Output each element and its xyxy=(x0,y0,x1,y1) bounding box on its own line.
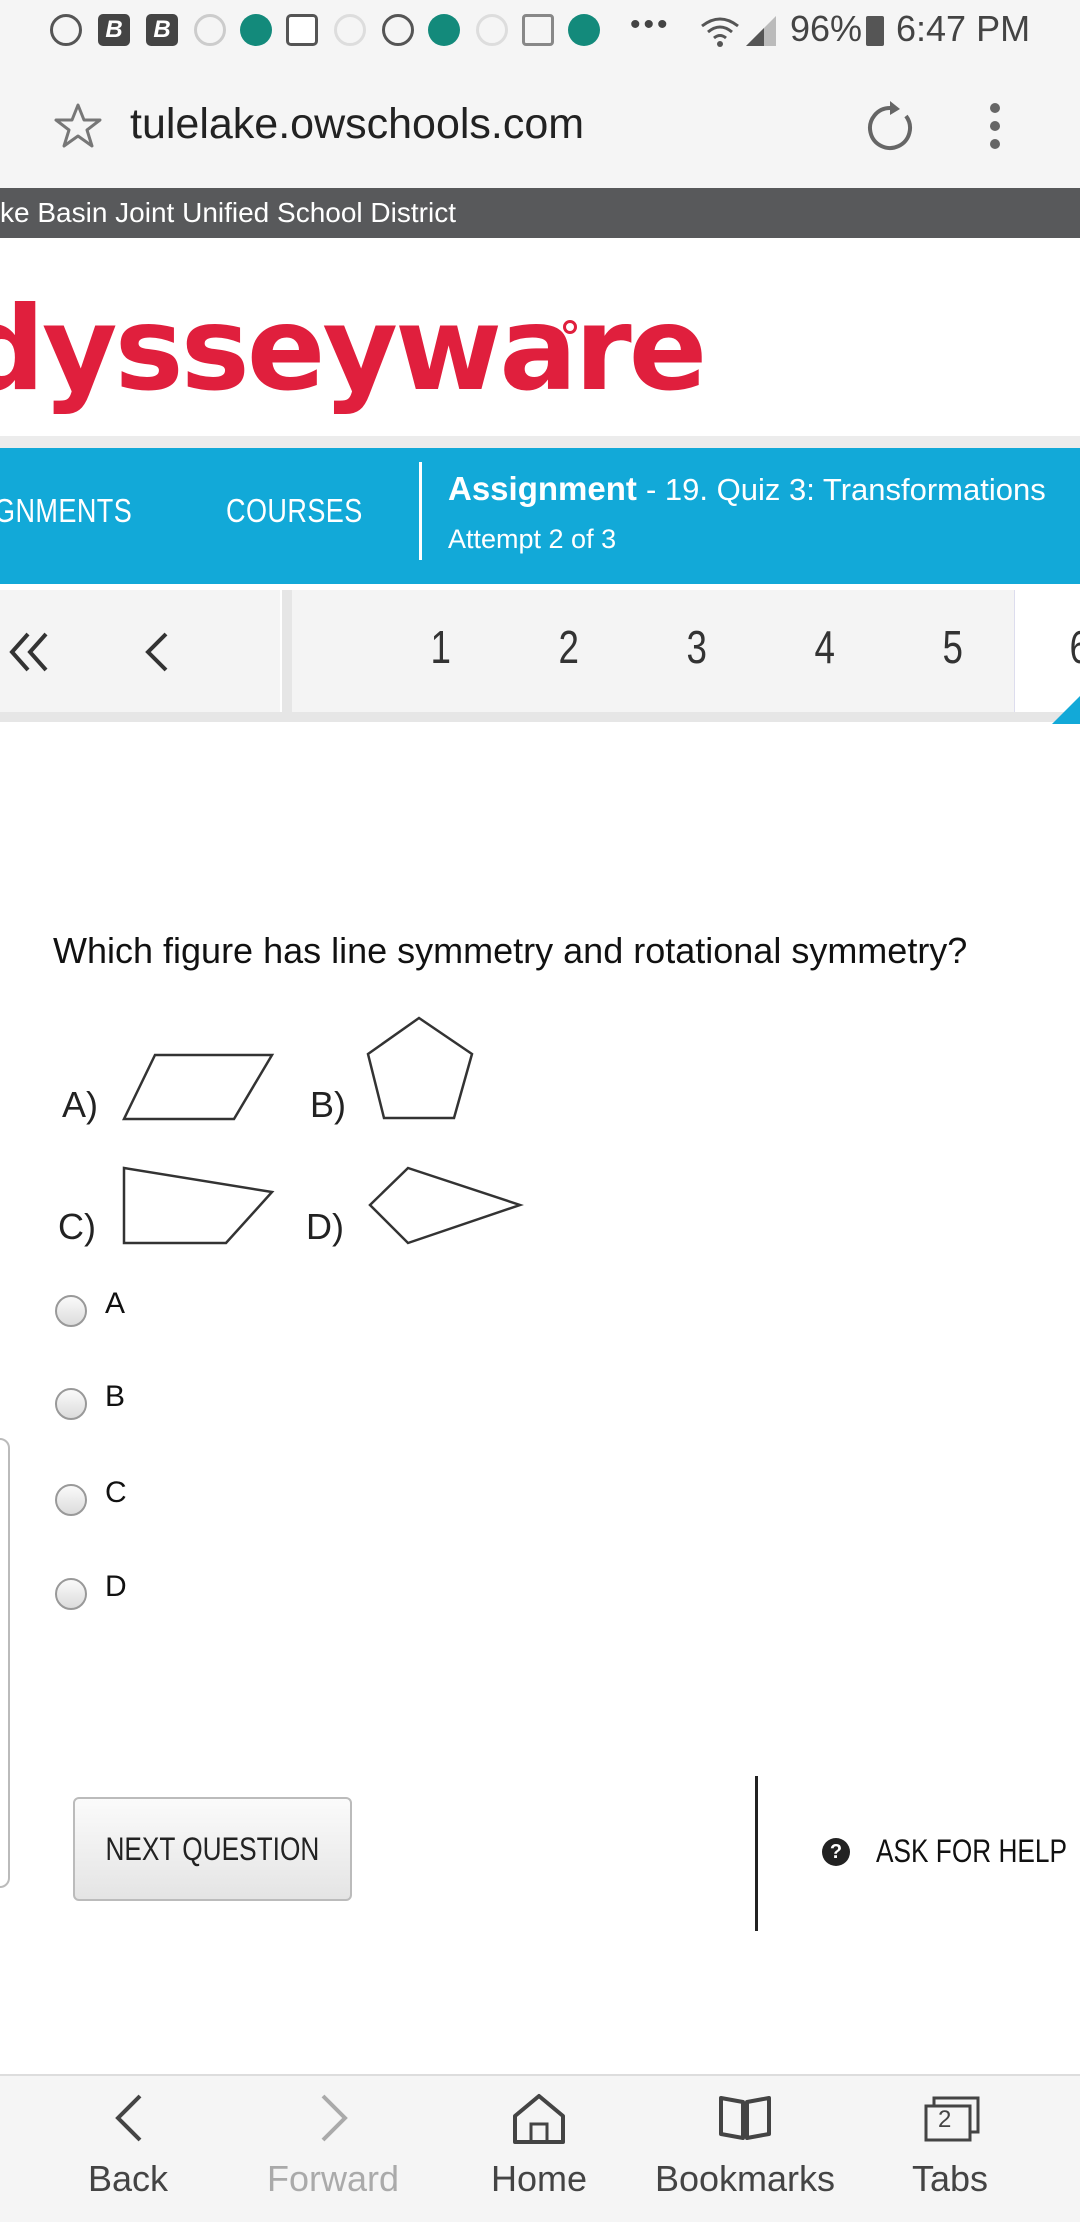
tabs-button[interactable]: 2 Tabs xyxy=(850,2076,1050,2222)
forward-button[interactable]: Forward xyxy=(233,2076,433,2222)
option-a-label[interactable]: A xyxy=(105,1287,125,1321)
option-c-radio[interactable] xyxy=(55,1484,87,1516)
help-question-icon[interactable]: ? xyxy=(822,1838,850,1866)
help-divider xyxy=(755,1776,758,1931)
next-question-label: NEXT QUESTION xyxy=(105,1831,320,1867)
figure-d-kite xyxy=(368,1166,524,1245)
figure-a-parallelogram xyxy=(122,1053,275,1121)
ask-for-help-button[interactable]: ASK FOR HELP xyxy=(876,1833,1067,1870)
option-c-label[interactable]: C xyxy=(105,1476,127,1510)
browser-bottom-nav: Back Forward Home Bookmarks 2 Tabs xyxy=(0,2074,1080,2222)
figures-diagram xyxy=(122,1016,524,1245)
option-b-label[interactable]: B xyxy=(105,1380,125,1414)
tabs-label: Tabs xyxy=(911,2158,989,2199)
home-label: Home xyxy=(490,2158,588,2199)
forward-label: Forward xyxy=(266,2158,400,2199)
home-button[interactable]: Home xyxy=(439,2076,639,2222)
home-icon xyxy=(513,2094,565,2144)
back-label: Back xyxy=(87,2158,169,2199)
figure-c-trapezoid xyxy=(122,1166,275,1245)
book-icon xyxy=(719,2096,771,2140)
bookmarks-button[interactable]: Bookmarks xyxy=(645,2076,845,2222)
tab-count: 2 xyxy=(938,2106,952,2133)
option-a-radio[interactable] xyxy=(55,1295,87,1327)
option-b-radio[interactable] xyxy=(55,1388,87,1420)
back-button[interactable]: Back xyxy=(28,2076,228,2222)
chevron-left-icon xyxy=(115,2094,142,2142)
chevron-right-icon xyxy=(321,2094,348,2142)
bookmarks-label: Bookmarks xyxy=(654,2158,836,2199)
option-d-radio[interactable] xyxy=(55,1578,87,1610)
option-d-label[interactable]: D xyxy=(105,1570,127,1604)
figure-b-pentagon xyxy=(366,1016,474,1120)
next-question-button[interactable]: NEXT QUESTION xyxy=(73,1797,352,1901)
side-panel-edge xyxy=(0,1438,10,1888)
